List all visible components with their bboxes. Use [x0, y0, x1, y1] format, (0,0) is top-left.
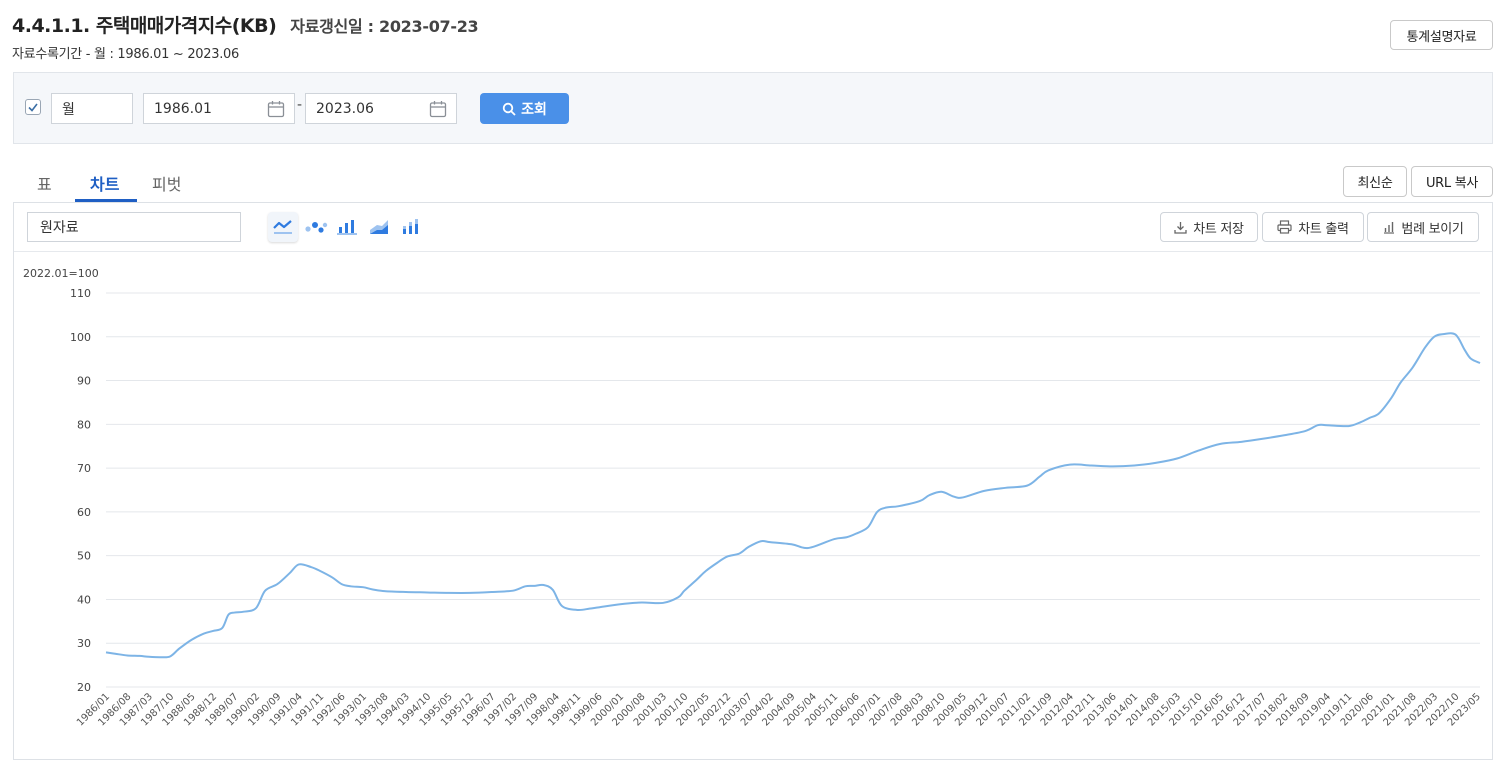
show-legend-button[interactable]: 범례 보이기: [1367, 212, 1479, 242]
frequency-select[interactable]: 월: [51, 93, 133, 124]
sort-latest-button[interactable]: 최신순: [1343, 166, 1407, 197]
date-separator: -: [297, 97, 303, 113]
y-tick-label: 80: [77, 418, 91, 431]
print-chart-label: 차트 출력: [1298, 221, 1349, 237]
download-icon: [1174, 221, 1187, 234]
y-tick-label: 60: [77, 506, 91, 519]
calendar-icon[interactable]: [429, 100, 447, 118]
y-tick-label: 90: [77, 375, 91, 388]
start-date-field[interactable]: 1986.01: [143, 93, 295, 124]
scatter-chart-icon[interactable]: [301, 212, 331, 242]
y-tick-label: 40: [77, 593, 91, 606]
search-button[interactable]: 조회: [480, 93, 569, 124]
save-chart-button[interactable]: 차트 저장: [1160, 212, 1258, 242]
series-select[interactable]: 원자료: [27, 212, 241, 242]
chart-panel: 원자료 차트 저장 차트 출력 범례 보이기 2022.01=100 20 30…: [13, 202, 1493, 760]
print-chart-button[interactable]: 차트 출력: [1262, 212, 1364, 242]
stacked-bar-chart-icon[interactable]: [396, 212, 426, 242]
end-date-field[interactable]: 2023.06: [305, 93, 457, 124]
area-chart-icon[interactable]: [364, 212, 394, 242]
search-panel: 월 1986.01 - 2023.06 조회: [13, 72, 1493, 144]
y-tick-label: 110: [70, 287, 91, 300]
start-date-value: 1986.01: [154, 100, 212, 117]
copy-url-button[interactable]: URL 복사: [1411, 166, 1493, 197]
page-header: 4.4.1.1. 주택매매가격지수(KB) 자료갱신일 : 2023-07-23: [12, 11, 479, 38]
line-chart: 2022.01=100 2030405060708090100110 1986/…: [23, 267, 1483, 728]
y-tick-label: 20: [77, 681, 91, 694]
y-tick-label: 100: [70, 331, 91, 344]
frequency-checkbox[interactable]: [25, 99, 41, 115]
show-legend-label: 범례 보이기: [1401, 221, 1464, 237]
bar-chart-icon[interactable]: [332, 212, 362, 242]
end-date-value: 2023.06: [316, 100, 374, 117]
y-tick-label: 30: [77, 637, 91, 650]
statistics-guide-button[interactable]: 통계설명자료: [1390, 20, 1493, 50]
save-chart-label: 차트 저장: [1193, 221, 1244, 237]
check-icon: [28, 103, 38, 112]
legend-icon: [1384, 221, 1395, 234]
search-button-label: 조회: [521, 101, 547, 118]
data-period: 자료수록기간 - 월 : 1986.01 ~ 2023.06: [12, 47, 239, 62]
unit-label: 2022.01=100: [23, 267, 99, 280]
page-title: 4.4.1.1. 주택매매가격지수(KB): [12, 15, 277, 37]
printer-icon: [1277, 220, 1292, 234]
tab-chart[interactable]: 차트: [90, 171, 119, 195]
chart-toolbar: 원자료 차트 저장 차트 출력 범례 보이기: [14, 203, 1492, 252]
calendar-icon[interactable]: [267, 100, 285, 118]
line-chart-icon[interactable]: [268, 212, 298, 242]
search-icon: [502, 102, 516, 116]
tab-pivot[interactable]: 피벗: [152, 171, 181, 195]
update-date: 자료갱신일 : 2023-07-23: [290, 17, 479, 36]
y-tick-label: 70: [77, 462, 91, 475]
y-tick-label: 50: [77, 550, 91, 563]
series-line[interactable]: [105, 332, 1481, 659]
tab-table[interactable]: 표: [37, 171, 52, 195]
